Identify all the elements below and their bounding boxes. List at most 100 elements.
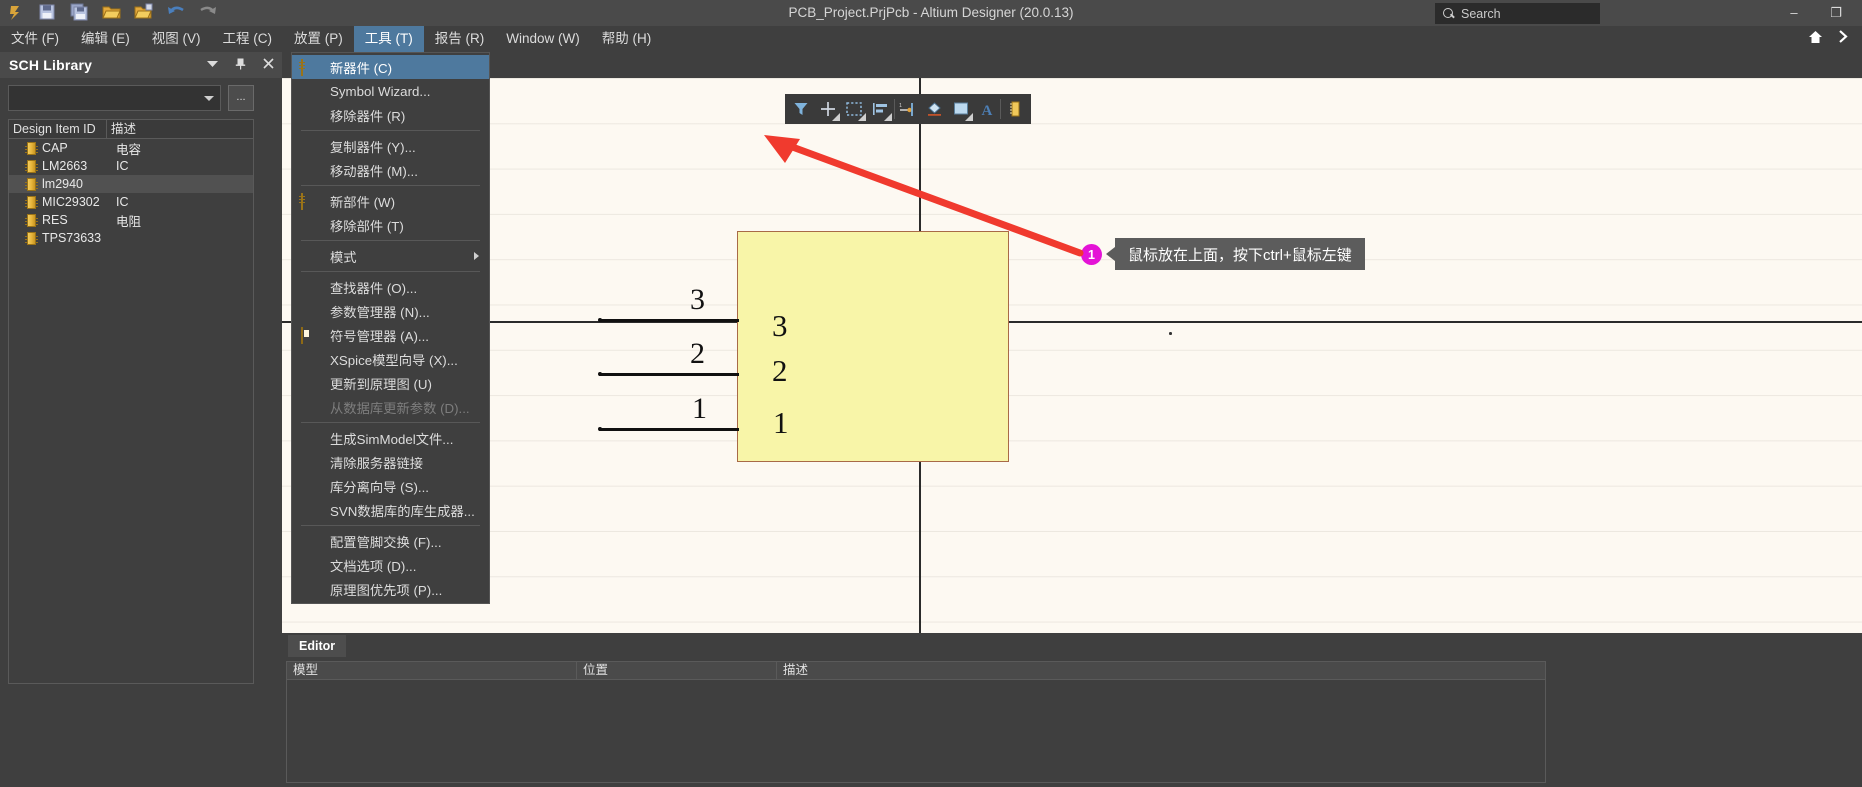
filter-icon[interactable] [788,96,814,122]
minimize-button[interactable]: – [1786,0,1802,26]
menu-item-库分离向导 (S)...[interactable]: 库分离向导 (S)... [292,474,489,498]
undo-icon[interactable] [166,3,186,23]
table-row[interactable]: lm2940 [9,175,253,193]
menu-item-XSpice模型向导 (X)...[interactable]: XSpice模型向导 (X)... [292,347,489,371]
menu-item-参数管理器 (N)...[interactable]: 参数管理器 (N)... [292,299,489,323]
crosshair-icon[interactable] [815,96,841,122]
altium-logo-icon[interactable] [6,3,26,23]
component-icon [25,141,38,155]
library-filter-combobox[interactable] [8,85,221,111]
menu-item-8[interactable]: 帮助 (H) [591,26,663,52]
component-icon [25,177,38,191]
menu-item-2[interactable]: 视图 (V) [141,26,212,52]
save-all-icon[interactable] [70,3,90,23]
redo-icon[interactable] [198,3,218,23]
maximize-button[interactable]: ❐ [1828,0,1844,26]
component-icon-glyph [301,59,303,76]
table-row[interactable]: MIC29302 IC [9,193,253,211]
menu-item-文档选项 (D)...[interactable]: 文档选项 (D)... [292,553,489,577]
menu-item-配置管脚交换 (F)...[interactable]: 配置管脚交换 (F)... [292,529,489,553]
menu-separator [301,271,480,272]
menu-item-生成SimModel文件...[interactable]: 生成SimModel文件... [292,426,489,450]
document-tab-bar: Home [282,52,1862,78]
place-polygon-icon[interactable] [921,96,947,122]
panel-header: SCH Library [0,52,282,78]
chevron-down-icon [831,113,840,121]
menu-item-3[interactable]: 工程 (C) [212,26,284,52]
search-input[interactable]: Search [1435,3,1600,24]
menu-item-5[interactable]: 工具 (T) [353,26,424,52]
menu-item-1[interactable]: 编辑 (E) [70,26,141,52]
svg-text:1: 1 [899,103,902,109]
menu-item-label: SVN数据库的库生成器... [330,503,475,519]
table-row[interactable]: CAP 电容 [9,139,253,157]
pin-line-3[interactable] [599,319,739,322]
column-header-description[interactable]: 描述 [777,662,1545,679]
tab-editor[interactable]: Editor [288,635,347,657]
menu-item-label: 文档选项 (D)... [330,558,417,574]
pin-number-outside-2: 2 [690,337,705,370]
menu-item-4[interactable]: 放置 (P) [283,26,354,52]
sch-library-panel: SCH Library ... Design Item ID 描述 CAP 电容 L… [0,52,282,787]
cell-description: 电阻 [116,214,142,229]
menu-item-label: 新部件 (W) [330,194,395,210]
pin-line-1[interactable] [599,428,739,431]
menu-item-复制器件 (Y)...[interactable]: 复制器件 (Y)... [292,134,489,158]
column-header-design-item-id[interactable]: Design Item ID [9,120,107,138]
table-row[interactable]: TPS73633 [9,229,253,247]
library-options-button[interactable]: ... [228,85,254,111]
component-icon [25,213,38,227]
save-icon[interactable] [38,3,58,23]
pin-number-inside-3: 3 [772,308,788,343]
table-row[interactable]: LM2663 IC [9,157,253,175]
close-icon[interactable] [263,58,274,72]
home-nav-icon[interactable] [1808,30,1823,49]
window-controls: – ❐ [1786,0,1854,26]
component-icon [25,231,38,245]
menu-item-移除部件 (T)[interactable]: 移除部件 (T) [292,213,489,237]
pin-line-2[interactable] [599,373,739,376]
expand-panel-icon[interactable] [1837,30,1848,48]
annotation-callout: 鼠标放在上面，按下ctrl+鼠标左键 [1106,238,1365,270]
menu-item-更新到原理图 (U)[interactable]: 更新到原理图 (U) [292,371,489,395]
place-text-icon[interactable]: A [974,96,1000,122]
menu-item-label: 更新到原理图 (U) [330,376,432,392]
place-pin-icon[interactable]: 1 [895,96,921,122]
menu-item-label: XSpice模型向导 (X)... [330,352,458,368]
chevron-down-icon [857,113,866,121]
open-project-icon[interactable] [134,3,154,23]
menu-item-label: 原理图优先项 (P)... [330,582,443,598]
place-rectangle-icon[interactable] [948,96,974,122]
menu-item-0[interactable]: 文件 (F) [0,26,70,52]
menu-item-新部件 (W)[interactable]: 新部件 (W) [292,189,489,213]
menu-item-查找器件 (O)...[interactable]: 查找器件 (O)... [292,275,489,299]
pin-icon[interactable] [235,58,246,73]
cell-design-item-id: RES [42,213,68,227]
menu-item-原理图优先项 (P)...[interactable]: 原理图优先项 (P)... [292,577,489,601]
component-icon [301,59,303,76]
menu-item-新器件 (C)[interactable]: 新器件 (C) [292,55,489,79]
menu-item-SVN数据库的库生成器...[interactable]: SVN数据库的库生成器... [292,498,489,522]
open-folder-icon[interactable] [102,3,122,23]
menu-item-移动器件 (M)...[interactable]: 移动器件 (M)... [292,158,489,182]
component-icon [25,159,38,173]
align-icon[interactable] [867,96,893,122]
pin-number-inside-1: 1 [773,405,789,440]
canvas-origin-horizontal-axis [282,321,1862,323]
selection-rect-icon[interactable] [841,96,867,122]
menu-item-清除服务器链接[interactable]: 清除服务器链接 [292,450,489,474]
menu-item-移除器件 (R)[interactable]: 移除器件 (R) [292,103,489,127]
menu-item-7[interactable]: Window (W) [495,26,591,52]
column-header-description[interactable]: 描述 [107,120,136,138]
menu-item-Symbol Wizard...[interactable]: Symbol Wizard... [292,79,489,103]
menu-item-符号管理器 (A)...[interactable]: 符号管理器 (A)... [292,323,489,347]
cell-description: 电容 [116,142,142,157]
place-component-icon[interactable] [1002,96,1028,122]
table-row[interactable]: RES 电阻 [9,211,253,229]
menu-item-模式[interactable]: 模式 [292,244,489,268]
column-header-location[interactable]: 位置 [577,662,777,679]
menu-item-6[interactable]: 报告 (R) [424,26,496,52]
column-header-model[interactable]: 模型 [287,662,577,679]
panel-dropdown-icon[interactable] [207,59,218,71]
schematic-canvas[interactable]: 3 3 2 2 1 1 1 A 1 鼠标放在上面，按下ctrl+鼠标左键 [282,78,1862,685]
